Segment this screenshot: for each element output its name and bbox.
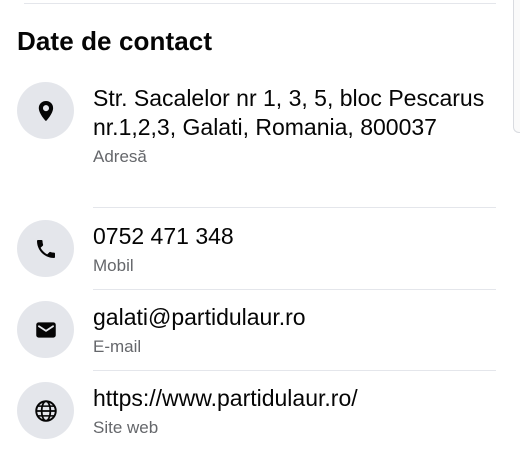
section-title: Date de contact (17, 26, 213, 56)
contact-item-email[interactable]: galati@partidulaur.ro E-mail (0, 301, 520, 369)
contact-item-address[interactable]: Str. Sacalelor nr 1, 3, 5, bloc Pescarus… (0, 82, 520, 208)
divider (93, 370, 496, 371)
top-divider (24, 3, 496, 4)
divider (93, 289, 496, 290)
divider (93, 207, 496, 208)
phone-icon (17, 220, 74, 277)
website-label: Site web (93, 418, 159, 437)
envelope-icon (17, 301, 74, 358)
email-label: E-mail (93, 337, 142, 356)
contact-item-website[interactable]: https://www.partidulaur.ro/ Site web (0, 382, 520, 450)
contact-item-phone[interactable]: 0752 471 348 Mobil (0, 220, 520, 288)
website-value[interactable]: https://www.partidulaur.ro/ (93, 384, 496, 413)
address-value: Str. Sacalelor nr 1, 3, 5, bloc Pescarus… (93, 85, 485, 140)
address-label: Adresă (93, 147, 147, 166)
contact-details-page: Date de contact Str. Sacalelor nr 1, 3, … (0, 0, 520, 458)
phone-value: 0752 471 348 (93, 223, 234, 249)
globe-icon (17, 382, 74, 439)
email-value: galati@partidulaur.ro (93, 304, 306, 330)
location-pin-icon (17, 82, 74, 139)
phone-label: Mobil (93, 256, 134, 275)
